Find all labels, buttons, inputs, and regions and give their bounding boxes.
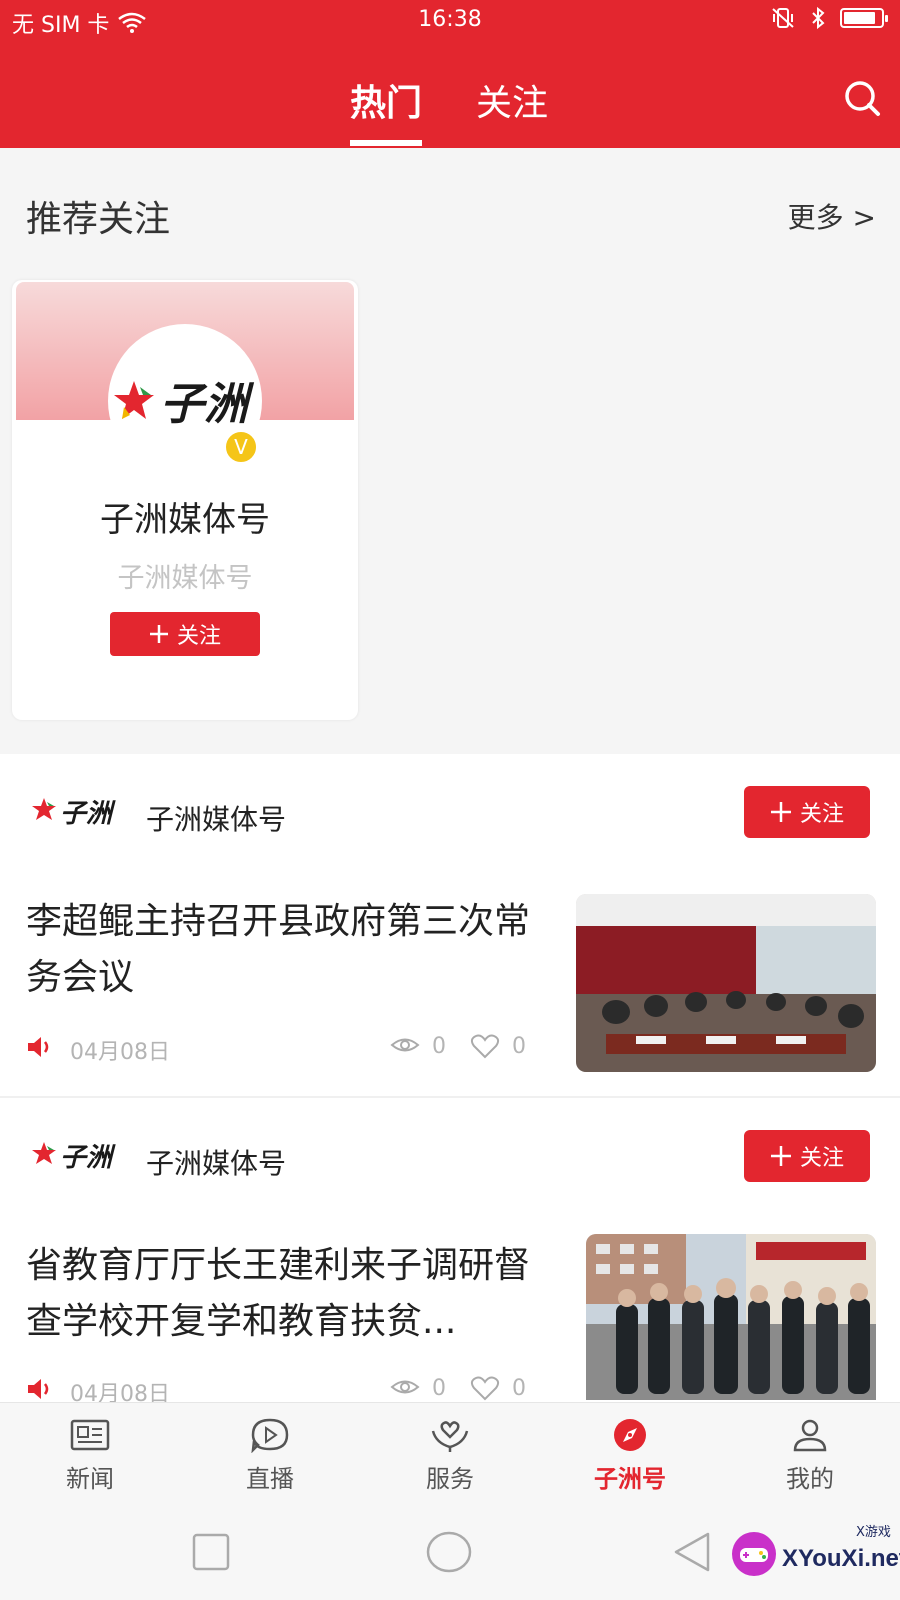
article-thumbnail[interactable] (586, 1234, 876, 1400)
plus-icon (770, 1146, 791, 1166)
like-count: 0 (512, 1034, 526, 1059)
recommend-card[interactable]: 子洲 V 子洲媒体号 子洲媒体号 关注 (12, 280, 358, 720)
source-name: 子洲媒体号 (146, 803, 287, 836)
speaker-icon (28, 1037, 49, 1057)
source-logo-icon: 子洲 (32, 798, 116, 829)
battery-icon (840, 8, 888, 28)
eye-icon (390, 1038, 420, 1052)
user-icon (793, 1419, 827, 1452)
home-icon[interactable] (426, 1531, 472, 1573)
nav-zizhou[interactable]: 子洲号 (570, 1417, 690, 1494)
meeting-photo (576, 894, 876, 1072)
back-icon[interactable] (672, 1531, 712, 1573)
nav-label: 直播 (246, 1465, 294, 1493)
tab-hot[interactable]: 热门 (350, 74, 422, 126)
watermark-sub: X游戏 (856, 1525, 891, 1540)
service-icon (431, 1421, 469, 1452)
tab-follow[interactable]: 关注 (476, 74, 548, 126)
status-time: 16:38 (418, 7, 482, 32)
battery-level-fill (844, 12, 875, 24)
news-icon (70, 1419, 110, 1451)
follow-button[interactable]: 关注 (744, 1130, 870, 1182)
top-tabs: 热门 关注 (0, 70, 900, 148)
source-logo-icon: 子洲 (32, 1142, 116, 1173)
recommend-title: 推荐关注 (26, 199, 171, 240)
nav-news[interactable]: 新闻 (30, 1417, 150, 1494)
recents-icon[interactable] (192, 1533, 230, 1571)
vibrate-off-icon (772, 8, 794, 28)
feed-item[interactable]: 子洲 子洲媒体号 关注 李超鲲主持召开县政府第三次常务会议 04月08日 0 0 (0, 754, 900, 1096)
eye-icon (390, 1380, 420, 1394)
compass-icon (614, 1419, 646, 1451)
view-count: 0 (432, 1376, 446, 1401)
plus-icon (149, 625, 168, 643)
bottom-nav: 新闻 直播 服务 子洲号 我的 (0, 1402, 900, 1503)
nav-label: 子洲号 (594, 1465, 666, 1493)
like-count: 0 (512, 1376, 526, 1401)
system-nav-bar: XYouXi.net X游戏 (0, 1503, 900, 1600)
svg-text:子洲: 子洲 (60, 1143, 116, 1173)
speaker-icon (28, 1379, 49, 1399)
nav-label: 新闻 (66, 1465, 114, 1493)
status-bar: 无 SIM 卡 16:38 (0, 0, 900, 42)
article-title[interactable]: 李超鲲主持召开县政府第三次常务会议 (26, 894, 546, 1006)
play-icon (251, 1418, 289, 1454)
article-meta: 04月08日 0 0 (26, 1032, 534, 1065)
plus-icon (770, 802, 791, 822)
nav-mine[interactable]: 我的 (750, 1417, 870, 1494)
nav-live[interactable]: 直播 (210, 1417, 330, 1494)
follow-label: 关注 (176, 624, 221, 649)
visit-photo (586, 1234, 876, 1400)
heart-icon[interactable] (470, 1033, 500, 1059)
card-name: 子洲媒体号 (100, 500, 270, 540)
heart-icon[interactable] (470, 1375, 500, 1401)
nav-label: 服务 (426, 1465, 474, 1493)
card-follow-button[interactable]: 关注 (110, 612, 260, 656)
watermark-text: XYouXi.net (782, 1545, 900, 1572)
nav-service[interactable]: 服务 (390, 1417, 510, 1494)
svg-text:子洲: 子洲 (160, 379, 255, 430)
gamepad-logo-icon (732, 1532, 776, 1576)
article-meta: 04月08日 0 0 (26, 1374, 534, 1407)
svg-text:子洲: 子洲 (60, 799, 116, 829)
more-link[interactable]: 更多 > (788, 196, 876, 236)
follow-button[interactable]: 关注 (744, 786, 870, 838)
search-icon[interactable] (842, 78, 882, 118)
watermark: XYouXi.net X游戏 (730, 1519, 900, 1589)
bluetooth-icon (812, 6, 825, 30)
source-name: 子洲媒体号 (146, 1147, 287, 1180)
verified-badge: V (224, 430, 258, 464)
zizhou-logo-icon: 子洲 (114, 379, 255, 430)
article-thumbnail[interactable] (576, 894, 876, 1072)
view-count: 0 (432, 1034, 446, 1059)
article-title[interactable]: 省教育厅厅长王建利来子调研督查学校开复学和教育扶贫... (26, 1238, 546, 1350)
follow-label: 关注 (799, 1146, 844, 1171)
card-subtitle: 子洲媒体号 (117, 563, 253, 594)
follow-label: 关注 (799, 802, 844, 827)
feed-item[interactable]: 子洲 子洲媒体号 关注 省教育厅厅长王建利来子调研督查学校开复学和教育扶贫...… (0, 1098, 900, 1407)
article-date: 04月08日 (70, 1040, 170, 1065)
active-tab-indicator (350, 140, 422, 146)
nav-label: 我的 (786, 1465, 834, 1493)
